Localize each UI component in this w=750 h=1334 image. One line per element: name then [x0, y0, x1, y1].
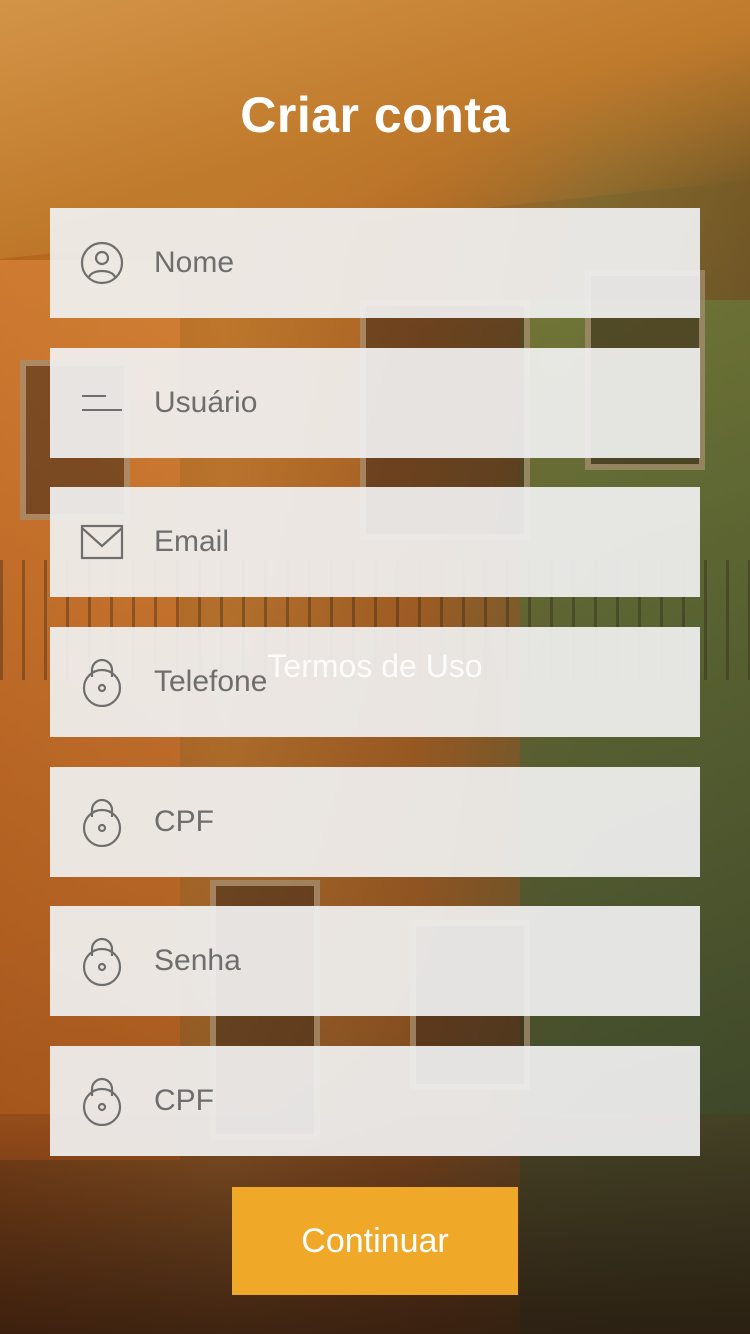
- lock-icon: [80, 797, 124, 848]
- signup-screen: Criar conta Nome Usuário Email Telefone …: [0, 0, 750, 1334]
- lock-icon: [80, 1076, 124, 1127]
- lines-icon: [80, 378, 124, 428]
- user-circle-icon: [80, 238, 124, 288]
- page-title: Criar conta: [240, 87, 510, 143]
- name-input[interactable]: [154, 208, 674, 318]
- username-field[interactable]: [50, 348, 700, 458]
- password-input[interactable]: [154, 906, 674, 1016]
- name-field[interactable]: [50, 208, 700, 318]
- cpf-confirm-input[interactable]: [154, 1046, 674, 1156]
- username-input[interactable]: [154, 348, 674, 458]
- terms-of-use-link[interactable]: Termos de Uso: [0, 648, 750, 685]
- email-field[interactable]: [50, 487, 700, 597]
- email-input[interactable]: [154, 487, 674, 597]
- cpf-confirm-field[interactable]: [50, 1046, 700, 1156]
- cpf-field[interactable]: [50, 767, 700, 877]
- lock-icon: [80, 936, 124, 987]
- cpf-input[interactable]: [154, 767, 674, 877]
- envelope-icon: [80, 517, 124, 567]
- continue-button[interactable]: Continuar: [232, 1187, 518, 1295]
- password-field[interactable]: [50, 906, 700, 1016]
